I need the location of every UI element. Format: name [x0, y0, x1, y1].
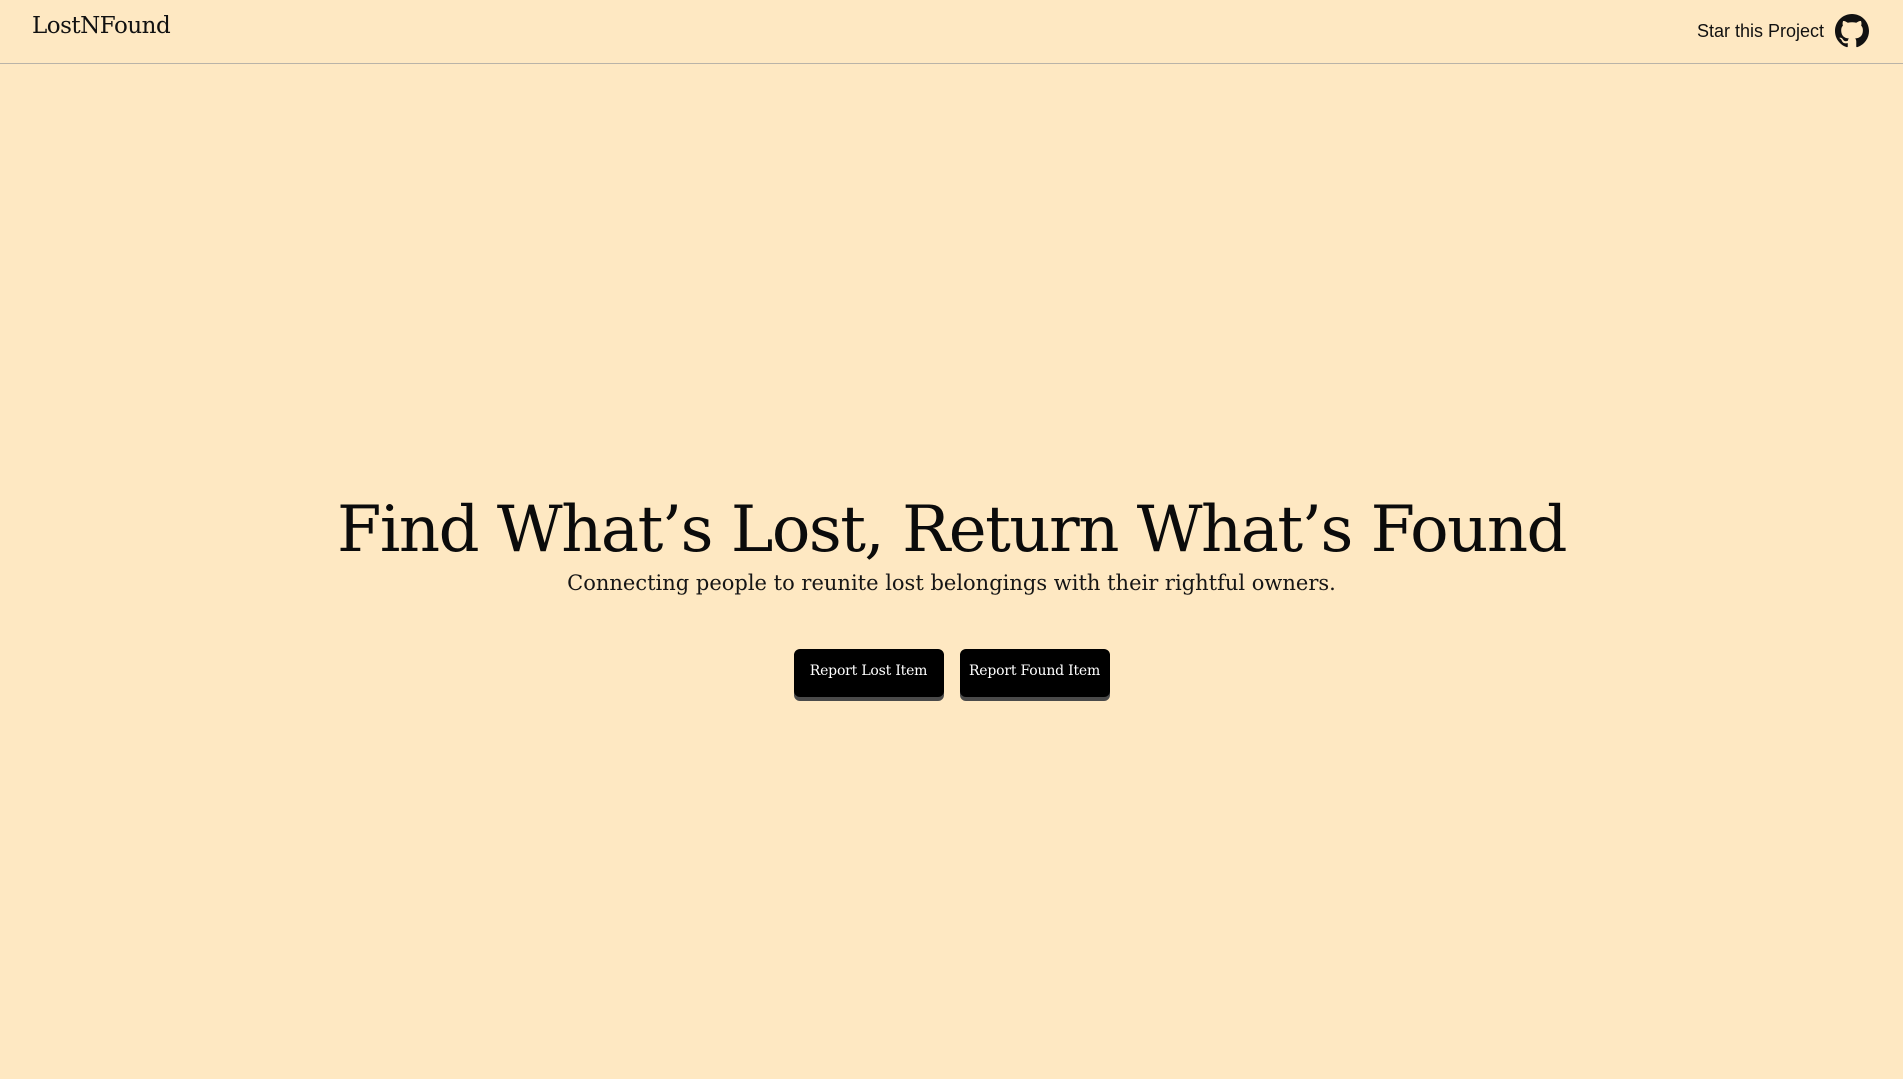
star-project-label: Star this Project	[1696, 20, 1824, 41]
hero-title: Find What’s Lost, Return What’s Found	[337, 493, 1568, 567]
brand-logo[interactable]: LostNFound	[32, 13, 171, 39]
report-lost-item-button[interactable]: Report Lost Item	[793, 649, 944, 697]
star-project-link[interactable]: Star this Project	[1697, 14, 1869, 48]
github-icon	[1835, 14, 1869, 48]
hero-subtitle: Connecting people to reunite lost belong…	[567, 571, 1336, 596]
page: LostNFound Star this Project Find What’s…	[0, 0, 1903, 1079]
navbar: LostNFound Star this Project	[0, 0, 1903, 64]
report-found-item-button[interactable]: Report Found Item	[959, 649, 1110, 697]
hero-section: Find What’s Lost, Return What’s Found Co…	[0, 495, 1903, 598]
hero-actions: Report Lost Item Report Found Item	[0, 649, 1903, 697]
